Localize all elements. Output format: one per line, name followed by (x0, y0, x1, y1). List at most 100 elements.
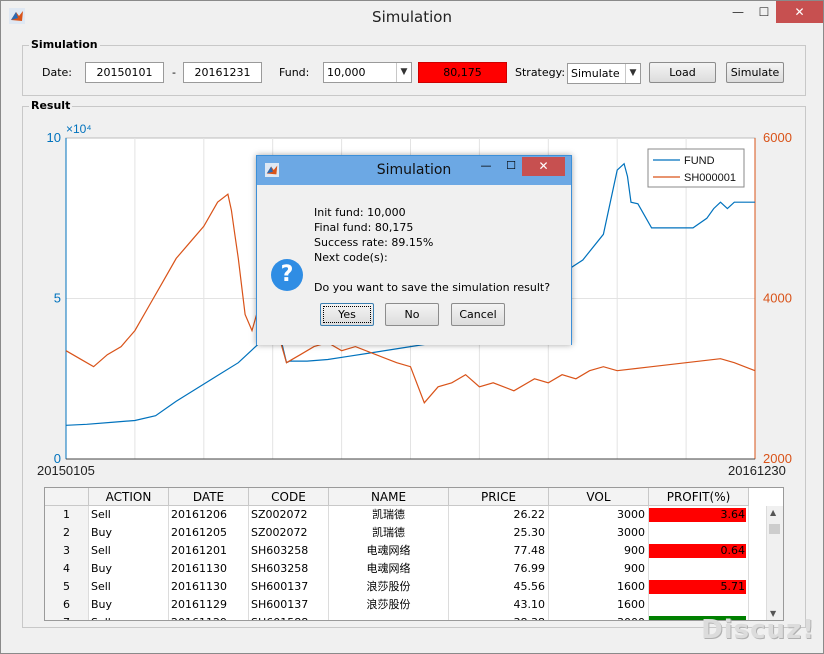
left-axis-tick-label: 5 (54, 291, 61, 306)
column-header-action[interactable]: ACTION (89, 488, 169, 506)
table-row[interactable]: 2 Buy 20161205 SZ002072 凯瑞德 25.30 3000 (45, 524, 768, 542)
legend-entry: FUND (684, 155, 715, 167)
right-axis-tick-label: 6000 (763, 130, 792, 145)
cell-action[interactable]: Buy (89, 524, 169, 542)
cell-profit[interactable] (649, 596, 749, 614)
cell-num[interactable]: 6 (45, 596, 89, 614)
cell-profit[interactable] (649, 560, 749, 578)
cell-code[interactable]: SH601588 (249, 614, 329, 620)
cell-action[interactable]: Sell (89, 506, 169, 524)
cell-name[interactable]: 凯瑞德 (329, 524, 449, 542)
cancel-button[interactable]: Cancel (451, 303, 505, 326)
cell-profit[interactable]: 3.64 (649, 506, 749, 524)
cell-code[interactable]: SZ002072 (249, 524, 329, 542)
table-row[interactable]: 6 Buy 20161129 SH600137 浪莎股份 43.10 1600 (45, 596, 768, 614)
profit-value: 3.64 (720, 508, 746, 521)
cell-price[interactable]: 76.99 (449, 560, 549, 578)
cell-profit[interactable]: 5.71 (649, 578, 749, 596)
cell-name[interactable]: 电魂网络 (329, 542, 449, 560)
column-header-price[interactable]: PRICE (449, 488, 549, 506)
cell-num[interactable]: 7 (45, 614, 89, 620)
cell-action[interactable]: Sell (89, 542, 169, 560)
cell-vol[interactable]: 1600 (549, 578, 649, 596)
dialog-title-bar: Simulation — ☐ ✕ (257, 156, 571, 185)
column-header-date[interactable]: DATE (169, 488, 249, 506)
cell-price[interactable]: 38.38 (449, 614, 549, 620)
column-header-vol[interactable]: VOL (549, 488, 649, 506)
table-row[interactable]: 4 Buy 20161130 SH603258 电魂网络 76.99 900 (45, 560, 768, 578)
left-axis-tick-label: 10 (47, 130, 61, 145)
cell-vol[interactable]: 3000 (549, 614, 649, 620)
cell-action[interactable]: Buy (89, 596, 169, 614)
cell-date[interactable]: 20161201 (169, 542, 249, 560)
cell-num[interactable]: 5 (45, 578, 89, 596)
dialog-minimize-button[interactable]: — (476, 159, 496, 172)
table-row[interactable]: 1 Sell 20161206 SZ002072 凯瑞德 26.22 3000 3.64 (45, 506, 768, 524)
table-scrollbar[interactable]: ▲ ▼ (766, 506, 783, 620)
cell-profit[interactable] (649, 524, 749, 542)
cell-price[interactable]: 25.30 (449, 524, 549, 542)
cell-date[interactable]: 20161130 (169, 578, 249, 596)
watermark: Discuz! (701, 615, 815, 645)
x-axis-start-label: 20150105 (37, 463, 95, 478)
dialog-line-final-fund: Final fund: 80,175 (314, 221, 414, 234)
scroll-thumb[interactable] (769, 524, 780, 534)
cell-name[interactable]: 电魂网络 (329, 560, 449, 578)
column-header-code[interactable]: CODE (249, 488, 329, 506)
cell-vol[interactable]: 1600 (549, 596, 649, 614)
column-header-index[interactable] (45, 488, 89, 506)
cell-num[interactable]: 3 (45, 542, 89, 560)
cell-date[interactable]: 20161205 (169, 524, 249, 542)
dialog-close-button[interactable]: ✕ (522, 157, 565, 176)
dialog-maximize-button[interactable]: ☐ (501, 159, 521, 172)
column-header-name[interactable]: NAME (329, 488, 449, 506)
cell-vol[interactable]: 900 (549, 542, 649, 560)
dialog-line-success-rate: Success rate: 89.15% (314, 236, 434, 249)
cell-price[interactable]: 26.22 (449, 506, 549, 524)
cell-vol[interactable]: 900 (549, 560, 649, 578)
table-row[interactable]: 7Sell20161129SH601588 38.383000 (45, 614, 768, 620)
cell-code[interactable]: SH600137 (249, 596, 329, 614)
yes-button[interactable]: Yes (320, 303, 374, 326)
dialog-question: Do you want to save the simulation resul… (314, 281, 551, 294)
cell-price[interactable]: 43.10 (449, 596, 549, 614)
cell-num[interactable]: 1 (45, 506, 89, 524)
cell-date[interactable]: 20161130 (169, 560, 249, 578)
cell-vol[interactable]: 3000 (549, 524, 649, 542)
cell-action[interactable]: Buy (89, 560, 169, 578)
cell-name[interactable]: 浪莎股份 (329, 578, 449, 596)
cell-action[interactable]: Sell (89, 578, 169, 596)
cell-action[interactable]: Sell (89, 614, 169, 620)
table-row[interactable]: 5 Sell 20161130 SH600137 浪莎股份 45.56 1600 5.71 (45, 578, 768, 596)
cell-price[interactable]: 77.48 (449, 542, 549, 560)
dialog-line-next-codes: Next code(s): (314, 251, 388, 264)
save-result-dialog: Simulation — ☐ ✕ ? Init fund: 10,000 Fin… (256, 155, 572, 345)
dialog-body: ? Init fund: 10,000 Final fund: 80,175 S… (257, 185, 571, 345)
cell-date[interactable]: 20161129 (169, 614, 249, 620)
legend-entry: SH000001 (684, 172, 736, 184)
cell-name[interactable]: 凯瑞德 (329, 506, 449, 524)
cell-num[interactable]: 2 (45, 524, 89, 542)
cell-num[interactable]: 4 (45, 560, 89, 578)
dialog-line-init-fund: Init fund: 10,000 (314, 206, 406, 219)
cell-profit[interactable]: 0.64 (649, 542, 749, 560)
cell-price[interactable]: 45.56 (449, 578, 549, 596)
cell-date[interactable]: 20161206 (169, 506, 249, 524)
cell-code[interactable]: SH603258 (249, 542, 329, 560)
cell-code[interactable]: SZ002072 (249, 506, 329, 524)
column-header-profit[interactable]: PROFIT(%) (649, 488, 749, 506)
question-icon: ? (271, 259, 303, 291)
cell-vol[interactable]: 3000 (549, 506, 649, 524)
profit-value: 0.64 (720, 544, 746, 557)
cell-code[interactable]: SH603258 (249, 560, 329, 578)
x-axis-end-label: 20161230 (728, 463, 786, 478)
cell-date[interactable]: 20161129 (169, 596, 249, 614)
trade-table: ACTION DATE CODE NAME PRICE VOL PROFIT(%) 1 Sel… (44, 487, 784, 621)
table-row[interactable]: 3 Sell 20161201 SH603258 电魂网络 77.48 900 0.64 (45, 542, 768, 560)
no-button[interactable]: No (385, 303, 439, 326)
cell-name[interactable] (329, 614, 449, 620)
cell-code[interactable]: SH600137 (249, 578, 329, 596)
cell-name[interactable]: 浪莎股份 (329, 596, 449, 614)
scroll-up-icon[interactable]: ▲ (770, 508, 776, 517)
left-axis-multiplier: ×10⁴ (66, 122, 92, 136)
